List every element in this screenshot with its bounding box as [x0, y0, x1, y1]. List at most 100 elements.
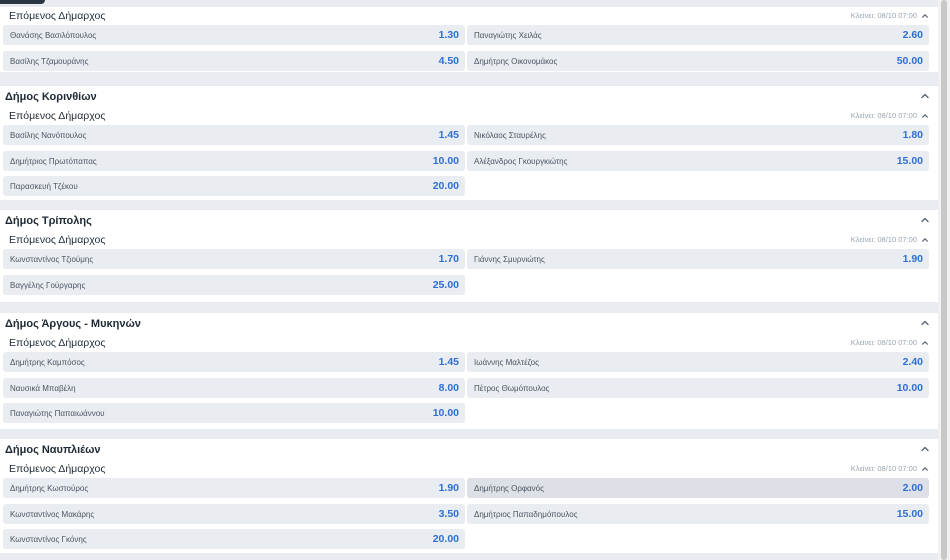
selection-odds: 1.90: [902, 253, 923, 265]
selection-odds: 50.00: [896, 55, 923, 67]
section-header[interactable]: Δήμος Άργους - Μυκηνών: [0, 313, 938, 335]
chevron-up-icon[interactable]: [921, 12, 929, 20]
market-close-time: Κλείνει: 08/10 07:00: [850, 235, 917, 244]
section-title: Δήμος Κορινθίων: [5, 91, 97, 103]
selection-odds: 2.00: [902, 482, 923, 494]
section-header[interactable]: Δήμος Τρίπολης: [0, 210, 938, 232]
odds-button[interactable]: Κωνσταντίνος Τζιούμης 1.70: [3, 249, 465, 269]
market-close-time: Κλείνει: 08/10 07:00: [850, 464, 917, 473]
market-header[interactable]: Επόμενος Δήμαρχος Κλείνει: 08/10 07:00: [3, 336, 935, 351]
section-title: Δήμος Άργους - Μυκηνών: [5, 318, 141, 330]
selection-odds: 15.00: [896, 508, 923, 520]
selection-odds: 3.50: [438, 508, 459, 520]
municipality-section: Δήμος Άργους - Μυκηνών Επόμενος Δήμαρχος Κ…: [0, 313, 938, 429]
market-title: Επόμενος Δήμαρχος: [9, 110, 106, 122]
chevron-up-icon[interactable]: [921, 112, 929, 120]
odds-button[interactable]: Πέτρος Θωμόπουλος 10.00: [467, 378, 929, 398]
market-title: Επόμενος Δήμαρχος: [9, 234, 106, 246]
chevron-up-icon[interactable]: [921, 236, 929, 244]
odds-button[interactable]: Νικόλαος Σταυρέλης 1.80: [467, 125, 929, 145]
selection-name: Βασίλης Νανόπουλος: [10, 131, 87, 140]
selection-name: Παρασκευή Τζέκου: [10, 182, 78, 191]
selection-name: Βασίλης Τζαμουράνης: [10, 57, 89, 66]
selection-odds: 1.70: [438, 253, 459, 265]
odds-button[interactable]: Θανάσης Βασιλόπουλος 1.30: [3, 25, 465, 45]
selection-name: Πέτρος Θωμόπουλος: [474, 384, 550, 393]
selection-name: Δημήτρης Ορφανός: [474, 484, 544, 493]
section-header[interactable]: Δήμος Ναυπλιέων: [0, 439, 938, 461]
chevron-up-icon[interactable]: [920, 215, 930, 225]
selection-name: Παναγιώτης Παπαιωάννου: [10, 409, 105, 418]
market-title: Επόμενος Δήμαρχος: [9, 463, 106, 475]
chevron-up-icon[interactable]: [920, 318, 930, 328]
municipality-section: Δήμος Κορινθίων Επόμενος Δήμαρχος Κλείνει:…: [0, 86, 938, 200]
odds-button[interactable]: Γιάννης Σμυρνιώτης 1.90: [467, 249, 929, 269]
selection-odds: 10.00: [896, 382, 923, 394]
selection-name: Ιωάννης Μαλτέζος: [474, 358, 539, 367]
odds-button[interactable]: Παρασκευή Τζέκου 20.00: [3, 176, 465, 196]
odds-button[interactable]: Κωνσταντίνος Μακάρης 3.50: [3, 504, 465, 524]
odds-button[interactable]: Δημήτρης Κωστούρος 1.90: [3, 478, 465, 498]
selection-name: Παναγιώτης Χειλάς: [474, 31, 542, 40]
top-tab-indicator: [0, 0, 45, 4]
selection-name: Δημήτρης Καμπόσος: [10, 358, 85, 367]
odds-button[interactable]: Δημήτρης Ορφανός 2.00: [467, 478, 929, 498]
selection-name: Κωνσταντίνος Γκόνης: [10, 535, 87, 544]
market-close-time: Κλείνει: 08/10 07:00: [850, 338, 917, 347]
odds-button[interactable]: Δημήτρης Οικονομάκος 50.00: [467, 51, 929, 71]
section-title: Δήμος Ναυπλιέων: [5, 444, 101, 456]
selection-name: Ναυσικά Μπαβέλη: [10, 384, 76, 393]
section-header[interactable]: Δήμος Κορινθίων: [0, 86, 938, 108]
selection-name: Θανάσης Βασιλόπουλος: [10, 31, 97, 40]
odds-button[interactable]: Αλέξανδρος Γκουργκιώτης 15.00: [467, 151, 929, 171]
municipality-section: Δήμος Τρίπολης Επόμενος Δήμαρχος Κλείνει: …: [0, 210, 938, 302]
selection-odds: 10.00: [432, 407, 459, 419]
selection-name: Γιάννης Σμυρνιώτης: [474, 255, 545, 264]
market-title: Επόμενος Δήμαρχος: [9, 10, 106, 22]
market-header[interactable]: Επόμενος Δήμαρχος Κλείνει: 08/10 07:00: [3, 462, 935, 477]
market-header[interactable]: Επόμενος Δήμαρχος Κλείνει: 08/10 07:00: [3, 9, 935, 24]
selection-odds: 4.50: [438, 55, 459, 67]
chevron-up-icon[interactable]: [921, 465, 929, 473]
scrollbar-thumb[interactable]: [941, 0, 947, 560]
selection-name: Νικόλαος Σταυρέλης: [474, 131, 546, 140]
odds-button[interactable]: Παναγιώτης Παπαιωάννου 10.00: [3, 403, 465, 423]
market-header[interactable]: Επόμενος Δήμαρχος Κλείνει: 08/10 07:00: [3, 233, 935, 248]
odds-button[interactable]: Βασίλης Τζαμουράνης 4.50: [3, 51, 465, 71]
market-close-time: Κλείνει: 08/10 07:00: [850, 11, 917, 20]
odds-button[interactable]: Κωνσταντίνος Γκόνης 20.00: [3, 529, 465, 549]
selection-name: Κωνσταντίνος Τζιούμης: [10, 255, 94, 264]
odds-button[interactable]: Βασίλης Νανόπουλος 1.45: [3, 125, 465, 145]
selection-odds: 20.00: [432, 533, 459, 545]
municipality-section: Δήμος Ναυπλιέων Επόμενος Δήμαρχος Κλείνει:…: [0, 439, 938, 553]
selection-name: Βαγγέλης Γούργαρης: [10, 281, 86, 290]
selection-odds: 20.00: [432, 180, 459, 192]
market-close-time: Κλείνει: 08/10 07:00: [850, 111, 917, 120]
odds-button[interactable]: Ιωάννης Μαλτέζος 2.40: [467, 352, 929, 372]
odds-button[interactable]: Βαγγέλης Γούργαρης 25.00: [3, 275, 465, 295]
selection-name: Δημήτριος Πρωτόπαπας: [10, 157, 97, 166]
odds-button[interactable]: Δημήτρης Καμπόσος 1.45: [3, 352, 465, 372]
scrollbar[interactable]: [938, 0, 950, 560]
selection-odds: 10.00: [432, 155, 459, 167]
selection-name: Δημήτρης Οικονομάκος: [474, 57, 558, 66]
selection-odds: 1.80: [902, 129, 923, 141]
selection-odds: 8.00: [438, 382, 459, 394]
odds-button[interactable]: Παναγιώτης Χειλάς 2.60: [467, 25, 929, 45]
municipality-section: Επόμενος Δήμαρχος Κλείνει: 08/10 07:00 Θαν…: [0, 7, 938, 72]
chevron-up-icon[interactable]: [920, 444, 930, 454]
selection-odds: 1.45: [438, 129, 459, 141]
odds-button[interactable]: Δημήτριος Παπαδημόπουλος 15.00: [467, 504, 929, 524]
selection-odds: 1.30: [438, 29, 459, 41]
odds-button[interactable]: Δημήτριος Πρωτόπαπας 10.00: [3, 151, 465, 171]
selection-odds: 15.00: [896, 155, 923, 167]
selection-odds: 1.90: [438, 482, 459, 494]
selection-odds: 2.60: [902, 29, 923, 41]
chevron-up-icon[interactable]: [921, 339, 929, 347]
odds-button[interactable]: Ναυσικά Μπαβέλη 8.00: [3, 378, 465, 398]
market-header[interactable]: Επόμενος Δήμαρχος Κλείνει: 08/10 07:00: [3, 109, 935, 124]
selection-odds: 1.45: [438, 356, 459, 368]
chevron-up-icon[interactable]: [920, 91, 930, 101]
selection-name: Κωνσταντίνος Μακάρης: [10, 510, 95, 519]
selection-odds: 25.00: [432, 279, 459, 291]
